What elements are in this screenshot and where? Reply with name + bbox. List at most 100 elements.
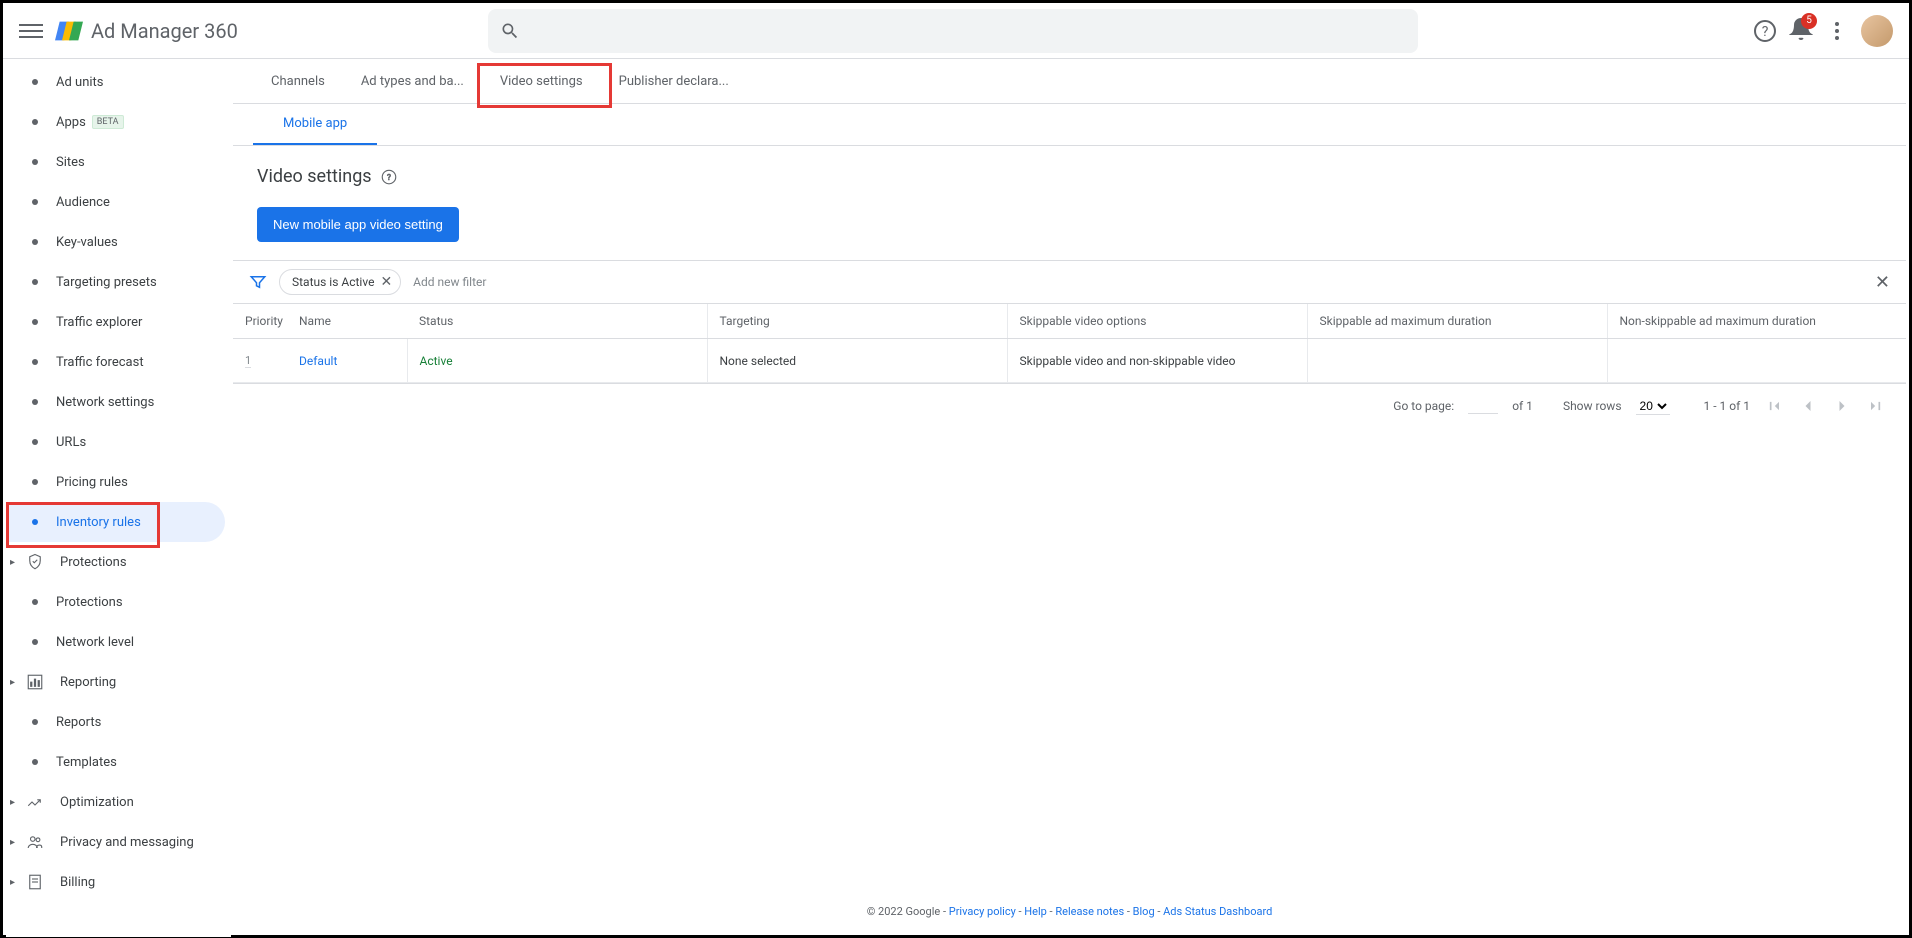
- bullet-icon: [32, 719, 38, 725]
- sidebar-item-label: Traffic forecast: [56, 355, 144, 370]
- sidebar-item-label: Network settings: [56, 395, 154, 410]
- bullet-icon: [32, 399, 38, 405]
- first-page-icon[interactable]: [1764, 396, 1784, 416]
- chevron-right-icon: ▸: [10, 837, 15, 848]
- sidebar-item-network-settings[interactable]: Network settings: [6, 382, 225, 422]
- help-inline-icon[interactable]: ?: [380, 168, 398, 186]
- tabs-secondary: Mobile app: [233, 104, 1906, 146]
- goto-page-input[interactable]: [1468, 398, 1498, 414]
- column-header[interactable]: Skippable video options: [1007, 304, 1307, 339]
- prev-page-icon[interactable]: [1798, 396, 1818, 416]
- tab-publisher-declara-[interactable]: Publisher declara...: [601, 62, 747, 103]
- subtab-mobile-app[interactable]: Mobile app: [253, 104, 377, 145]
- name-cell: Default: [287, 339, 407, 383]
- svg-text:?: ?: [1762, 24, 1769, 40]
- footer-link[interactable]: Release notes: [1055, 905, 1124, 918]
- footer-link[interactable]: Privacy policy: [949, 905, 1016, 918]
- column-header[interactable]: Skippable ad maximum duration: [1307, 304, 1607, 339]
- header-actions: ? 5: [1753, 15, 1893, 47]
- sidebar-item-label: Sites: [56, 155, 85, 170]
- bullet-icon: [32, 519, 38, 525]
- footer-link[interactable]: Blog: [1133, 905, 1155, 918]
- chevron-right-icon: ▸: [10, 797, 15, 808]
- app-logo-icon: [55, 17, 83, 45]
- bullet-icon: [32, 79, 38, 85]
- bullet-icon: [32, 599, 38, 605]
- menu-button[interactable]: [19, 19, 43, 43]
- column-header[interactable]: Priority: [233, 304, 287, 339]
- clear-filters-icon[interactable]: ✕: [1875, 272, 1890, 293]
- sidebar-item-audience[interactable]: Audience: [6, 182, 225, 222]
- column-header[interactable]: Targeting: [707, 304, 1007, 339]
- sidebar-item-label: Protections: [60, 555, 127, 570]
- new-setting-button[interactable]: New mobile app video setting: [257, 207, 459, 242]
- footer-link[interactable]: Ads Status Dashboard: [1163, 905, 1272, 918]
- bullet-icon: [32, 479, 38, 485]
- main-content: ChannelsAd types and ba...Video settings…: [233, 62, 1906, 932]
- product-title: Ad Manager 360: [91, 19, 238, 43]
- filter-chip-label: Status is Active: [292, 275, 374, 289]
- sidebar-item-label: Apps: [56, 115, 86, 130]
- sidebar-item-label: URLs: [56, 435, 86, 450]
- sidebar-item-privacy-and-messaging[interactable]: ▸Privacy and messaging: [6, 822, 225, 862]
- sidebar-item-optimization[interactable]: ▸ Optimization: [6, 782, 225, 822]
- beta-badge: BETA: [92, 115, 124, 129]
- sidebar-item-traffic-explorer[interactable]: Traffic explorer: [6, 302, 225, 342]
- sidebar-item-inventory-rules[interactable]: Inventory rules: [6, 502, 225, 542]
- column-header[interactable]: Status: [407, 304, 707, 339]
- sidebar-item-protections[interactable]: Protections: [6, 582, 225, 622]
- footer-link[interactable]: Help: [1024, 905, 1047, 918]
- bullet-icon: [32, 239, 38, 245]
- sidebar-item-billing[interactable]: ▸Billing: [6, 862, 225, 902]
- notifications-button[interactable]: 5: [1789, 17, 1813, 45]
- sidebar-item-label: Templates: [56, 755, 117, 770]
- rows-per-page-select[interactable]: 20: [1636, 398, 1670, 415]
- sidebar-item-traffic-forecast[interactable]: Traffic forecast: [6, 342, 225, 382]
- remove-filter-icon[interactable]: ✕: [380, 274, 392, 290]
- sidebar-item-reports[interactable]: Reports: [6, 702, 225, 742]
- column-header[interactable]: Non-skippable ad maximum duration: [1607, 304, 1906, 339]
- filter-chip[interactable]: Status is Active ✕: [279, 269, 401, 295]
- bullet-icon: [32, 359, 38, 365]
- tabs-primary: ChannelsAd types and ba...Video settings…: [233, 62, 1906, 104]
- bullet-icon: [32, 199, 38, 205]
- sidebar-item-protections[interactable]: ▸Protections: [6, 542, 225, 582]
- setting-link[interactable]: Default: [299, 354, 337, 368]
- sidebar-item-label: Inventory rules: [56, 515, 141, 530]
- search-input[interactable]: [488, 9, 1418, 53]
- sidebar-item-sites[interactable]: Sites: [6, 142, 225, 182]
- table-row: 1DefaultActiveNone selectedSkippable vid…: [233, 339, 1906, 383]
- sidebar-item-apps[interactable]: Apps BETA: [6, 102, 225, 142]
- sidebar-item-network-level[interactable]: Network level: [6, 622, 225, 662]
- next-page-icon[interactable]: [1832, 396, 1852, 416]
- sidebar-item-key-values[interactable]: Key-values: [6, 222, 225, 262]
- sidebar-item-templates[interactable]: Templates: [6, 742, 225, 782]
- receipt-icon: [26, 873, 44, 891]
- sidebar-item-urls[interactable]: URLs: [6, 422, 225, 462]
- priority-cell: 1: [233, 339, 287, 383]
- sidebar-item-ad-units[interactable]: Ad units: [6, 62, 225, 102]
- sidebar-item-reporting[interactable]: ▸Reporting: [6, 662, 225, 702]
- skippable-cell: Skippable video and non-skippable video: [1007, 339, 1307, 383]
- trend-icon: [26, 793, 44, 811]
- sidebar-item-label: Traffic explorer: [56, 315, 142, 330]
- sidebar-item-label: Optimization: [60, 795, 134, 810]
- nonsk-max-cell: [1607, 339, 1906, 383]
- filter-icon[interactable]: [249, 273, 267, 291]
- tab-ad-types-and-ba-[interactable]: Ad types and ba...: [343, 62, 482, 103]
- tab-video-settings[interactable]: Video settings: [482, 62, 601, 103]
- bullet-icon: [32, 319, 38, 325]
- last-page-icon[interactable]: [1866, 396, 1886, 416]
- sidebar-item-targeting-presets[interactable]: Targeting presets: [6, 262, 225, 302]
- help-icon[interactable]: ?: [1753, 19, 1777, 43]
- tab-channels[interactable]: Channels: [253, 62, 343, 103]
- user-avatar[interactable]: [1861, 15, 1893, 47]
- sidebar-item-label: Reporting: [60, 675, 116, 690]
- add-filter-input[interactable]: Add new filter: [413, 275, 486, 289]
- column-header[interactable]: Name: [287, 304, 407, 339]
- sidebar-item-pricing-rules[interactable]: Pricing rules: [6, 462, 225, 502]
- page-range: 1 - 1 of 1: [1704, 399, 1750, 413]
- more-icon[interactable]: [1825, 19, 1849, 43]
- bullet-icon: [32, 759, 38, 765]
- status-cell: Active: [407, 339, 707, 383]
